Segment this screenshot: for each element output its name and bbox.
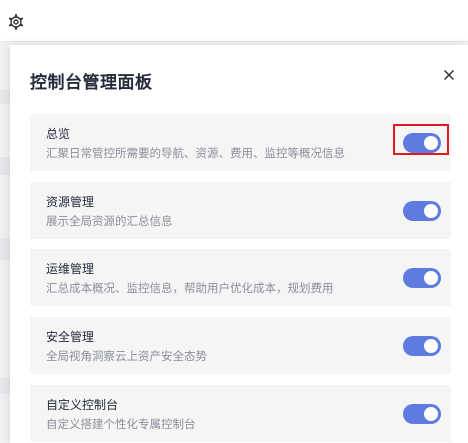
close-icon[interactable]: [442, 67, 456, 81]
card-custom-console: 自定义控制台 自定义搭建个性化专属控制台: [30, 385, 451, 442]
custom-console-toggle[interactable]: [403, 404, 441, 424]
card-description: 汇聚日常管控所需要的导航、资源、费用、监控等概况信息: [46, 146, 345, 160]
background-row: [0, 90, 10, 104]
card-ops-management: 运维管理 汇总成本概况、监控信息，帮助用户优化成本，规划费用: [30, 249, 451, 306]
background-row: [0, 378, 10, 394]
card-resource-management: 资源管理 展示全局资源的汇总信息: [30, 182, 451, 239]
highlight-box: [393, 124, 449, 155]
card-description: 全局视角洞察云上资产安全态势: [46, 349, 207, 363]
card-title: 安全管理: [46, 330, 95, 344]
toggle-knob: [424, 271, 438, 285]
toggle-knob: [424, 204, 438, 218]
card-description: 展示全局资源的汇总信息: [46, 214, 173, 228]
console-management-panel: 控制台管理面板 总览 汇聚日常管控所需要的导航、资源、费用、监控等概况信息 资源…: [10, 45, 468, 443]
top-bar: [0, 0, 468, 42]
panel-title: 控制台管理面板: [30, 73, 153, 93]
background-row: [0, 157, 10, 175]
card-security-management: 安全管理 全局视角洞察云上资产安全态势: [30, 317, 451, 374]
gear-icon[interactable]: [8, 14, 24, 30]
ops-management-toggle[interactable]: [403, 268, 441, 288]
card-description: 汇总成本概况、监控信息，帮助用户优化成本，规划费用: [46, 281, 334, 295]
card-title: 总览: [46, 127, 71, 141]
card-title: 自定义控制台: [46, 398, 119, 412]
card-title: 运维管理: [46, 262, 95, 276]
toggle-knob: [424, 339, 438, 353]
security-management-toggle[interactable]: [403, 336, 441, 356]
resource-management-toggle[interactable]: [403, 201, 441, 221]
toggle-knob: [424, 407, 438, 421]
card-description: 自定义搭建个性化专属控制台: [46, 417, 196, 431]
card-overview: 总览 汇聚日常管控所需要的导航、资源、费用、监控等概况信息: [30, 114, 451, 171]
card-title: 资源管理: [46, 195, 95, 209]
background-row: [0, 238, 10, 260]
